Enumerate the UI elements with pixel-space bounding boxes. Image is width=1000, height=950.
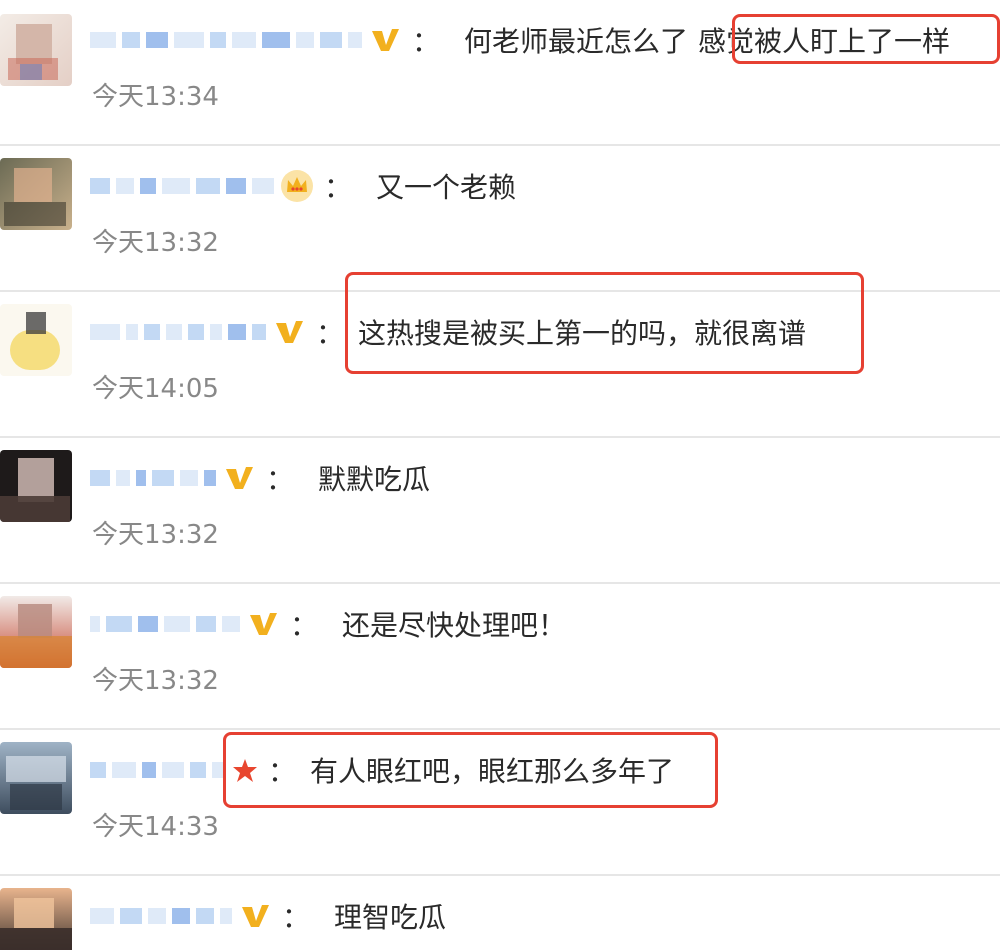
avatar[interactable] [0, 888, 72, 950]
highlight-box [732, 14, 1000, 64]
comment-colon: ： [324, 171, 353, 204]
username-blurred[interactable] [90, 901, 232, 931]
comment-colon: ： [282, 901, 311, 934]
username-blurred[interactable] [90, 25, 362, 55]
comment-text: 何老师最近怎么了 [464, 25, 689, 58]
vip-v-icon [238, 899, 272, 933]
highlight-box [345, 272, 864, 374]
avatar[interactable] [0, 596, 72, 668]
username-blurred[interactable] [90, 171, 274, 201]
username-blurred[interactable] [90, 317, 266, 347]
username-blurred[interactable] [90, 463, 216, 493]
comment-time: 今天13:32 [92, 666, 219, 696]
comment-text: 理智吃瓜 [334, 901, 447, 934]
comment-item[interactable]: ： 有人眼红吧，眼红那么多年了 今天14:33 [0, 730, 1000, 876]
vip-v-icon [246, 607, 280, 641]
avatar[interactable] [0, 304, 72, 376]
comment-time: 今天14:05 [92, 374, 219, 404]
comment-item[interactable]: ： 默默吃瓜 今天13:32 [0, 438, 1000, 584]
highlight-box [223, 732, 718, 808]
comment-colon: ： [266, 463, 295, 496]
vip-v-icon [272, 315, 306, 349]
comment-text: 默默吃瓜 [318, 463, 431, 496]
avatar[interactable] [0, 158, 72, 230]
avatar[interactable] [0, 14, 72, 86]
comment-colon: ： [290, 609, 319, 642]
comment-text: 还是尽快处理吧！ [342, 609, 567, 642]
comment-item[interactable]: ： 又一个老赖 今天13:32 [0, 146, 1000, 292]
avatar[interactable] [0, 742, 72, 814]
username-blurred[interactable] [90, 609, 240, 639]
comment-colon: ： [316, 317, 345, 350]
comment-time: 今天13:32 [92, 520, 219, 550]
comment-item[interactable]: ： 理智吃瓜 [0, 876, 1000, 950]
comment-text: 又一个老赖 [376, 171, 517, 204]
comment-time: 今天13:34 [92, 82, 219, 112]
avatar[interactable] [0, 450, 72, 522]
comment-list: ： 何老师最近怎么了 感觉被人盯上了一样 今天13:34 ： 又一个老赖 今天1… [0, 0, 1000, 950]
comment-colon: ： [412, 25, 441, 58]
comment-time: 今天14:33 [92, 812, 219, 842]
crown-icon [280, 169, 314, 203]
comment-item[interactable]: ： 何老师最近怎么了 感觉被人盯上了一样 今天13:34 [0, 0, 1000, 146]
username-blurred[interactable] [90, 755, 226, 785]
vip-v-icon [368, 23, 402, 57]
comment-item[interactable]: ： 还是尽快处理吧！ 今天13:32 [0, 584, 1000, 730]
vip-v-icon [222, 461, 256, 495]
comment-time: 今天13:32 [92, 228, 219, 258]
comment-item[interactable]: ： 这热搜是被买上第一的吗，就很离谱 今天14:05 [0, 272, 1000, 438]
